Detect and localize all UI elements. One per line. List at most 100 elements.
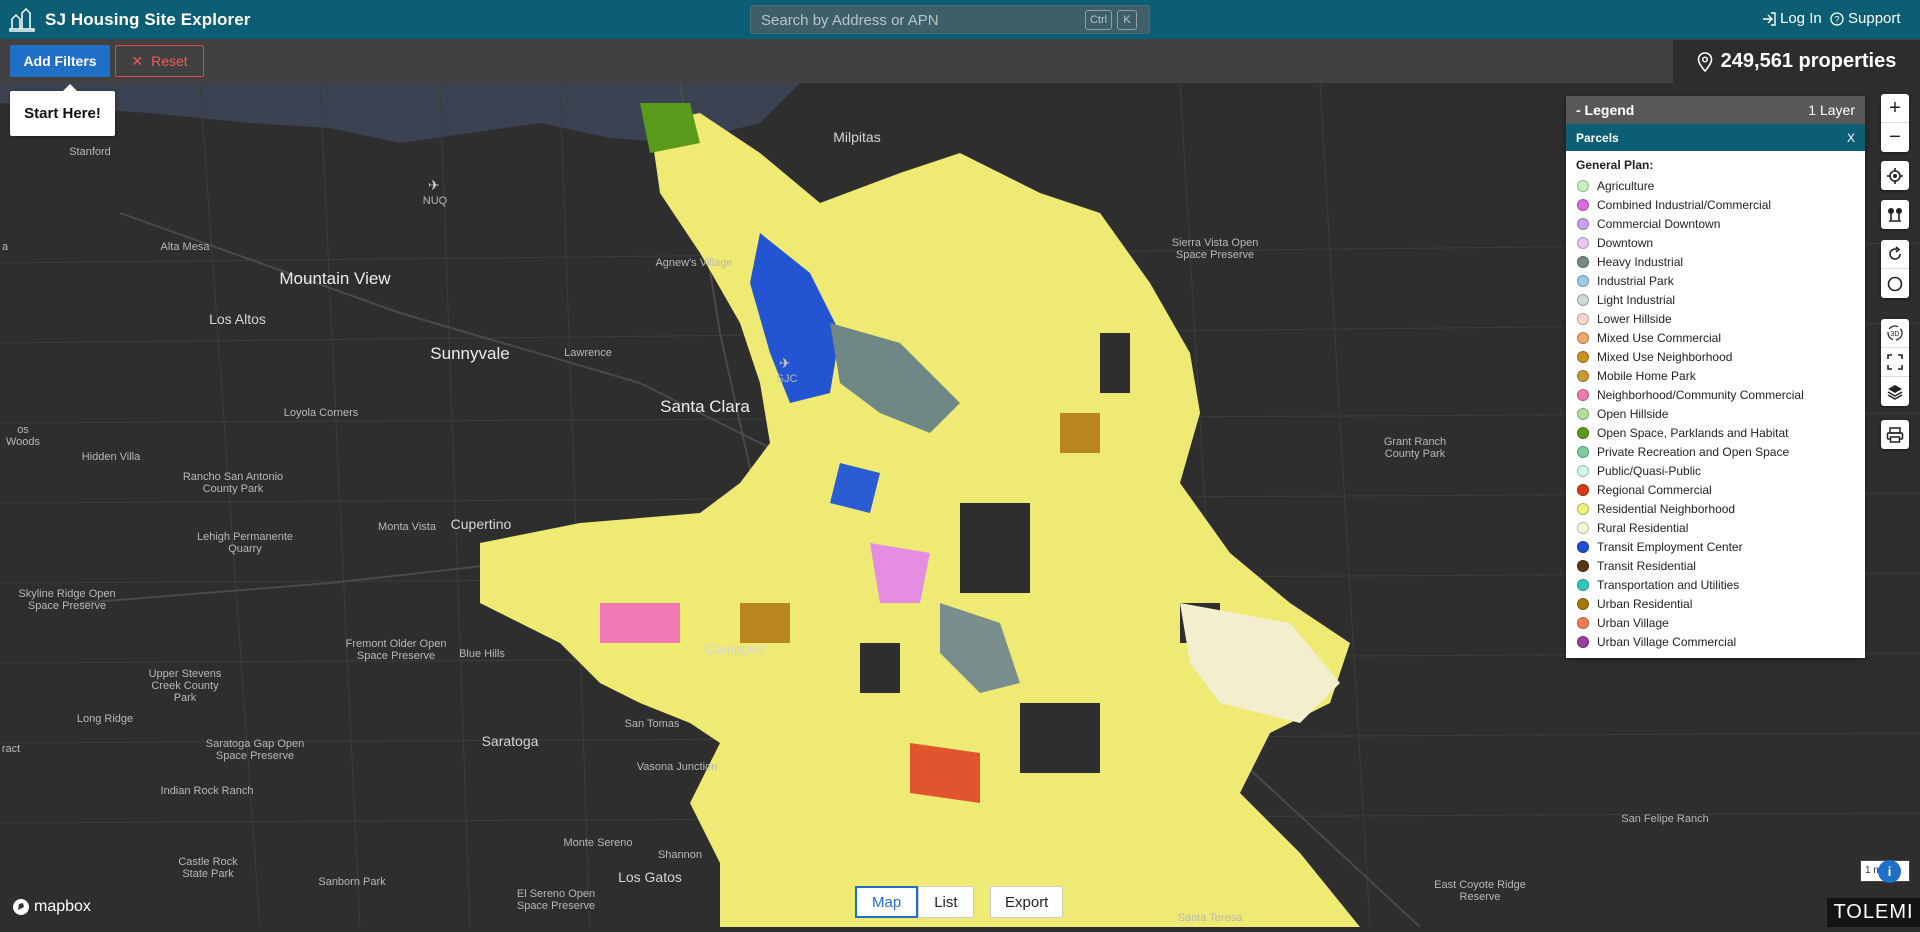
legend-item-label: Transit Employment Center [1597, 539, 1743, 554]
login-label: Log In [1780, 10, 1822, 27]
city-seal-logo[interactable] [8, 7, 36, 33]
legend-item-label: Commercial Downtown [1597, 216, 1721, 231]
add-filters-button[interactable]: Add Filters [10, 45, 110, 77]
locate-control [1881, 161, 1909, 190]
place-label: Monta Vista [378, 521, 436, 533]
legend-swatch [1577, 369, 1589, 382]
legend-swatch [1577, 445, 1589, 458]
property-count-text: 249,561 properties [1720, 50, 1897, 72]
place-label: Monte Sereno [563, 837, 633, 849]
legend-header[interactable]: - Legend 1 Layer [1566, 96, 1865, 124]
layers-button[interactable] [1881, 377, 1909, 406]
legend-item-label: Lower Hillside [1597, 311, 1672, 326]
legend-swatch [1577, 597, 1589, 610]
airport-icon: ✈ [428, 177, 440, 193]
place-label: Castle Rock State Park [178, 856, 238, 880]
place-label: Saratoga Gap Open Space Preserve [205, 738, 305, 762]
legend-item: Regional Commercial [1566, 480, 1865, 499]
support-label: Support [1848, 10, 1901, 27]
support-link[interactable]: ? Support [1830, 10, 1901, 27]
legend-swatch [1577, 198, 1589, 211]
shortcut-k-key: K [1117, 10, 1137, 30]
place-label: San Tomas [624, 718, 680, 730]
legend-item-label: Residential Neighborhood [1597, 501, 1736, 516]
legend-item-label: Regional Commercial [1597, 482, 1712, 497]
login-link[interactable]: Log In [1762, 10, 1822, 27]
place-label: ract [1, 743, 21, 755]
zoom-out-button[interactable]: − [1881, 123, 1909, 152]
legend-items: Agriculture Combined Industrial/Commercia… [1566, 176, 1865, 651]
legend-item: Open Hillside [1566, 404, 1865, 423]
info-button[interactable]: i [1878, 860, 1901, 883]
place-label: Stanford [69, 146, 111, 158]
print-button[interactable] [1881, 420, 1909, 449]
legend-swatch [1577, 540, 1589, 553]
start-here-tooltip[interactable]: Start Here! [10, 84, 115, 136]
print-icon [1886, 426, 1904, 443]
legend-section-title: General Plan: [1576, 158, 1654, 172]
legend-swatch [1577, 407, 1589, 420]
locate-button[interactable] [1881, 161, 1909, 190]
legend-item: Lower Hillside [1566, 309, 1865, 328]
mapbox-logo[interactable]: mapbox [12, 898, 91, 916]
place-label: Shannon [657, 849, 703, 861]
reset-button[interactable]: ✕ Reset [115, 45, 204, 77]
legend-item-label: Private Recreation and Open Space [1597, 444, 1790, 459]
place-label: Los Gatos [618, 869, 682, 885]
legend-item-label: Rural Residential [1597, 520, 1689, 535]
search-box[interactable]: Ctrl K [750, 5, 1150, 34]
rotate-button[interactable] [1881, 240, 1909, 269]
place-label: Sierra Vista Open Space Preserve [1171, 237, 1259, 261]
place-label: Vasona Junction [636, 761, 718, 773]
place-label: Lehigh Permanente Quarry [196, 531, 293, 555]
map-view-button[interactable]: Map [855, 886, 919, 918]
place-label: Mountain View [279, 269, 391, 288]
crosshair-icon [1887, 167, 1903, 184]
legend-item: Mixed Use Neighborhood [1566, 347, 1865, 366]
zoom-controls: + − [1881, 94, 1909, 152]
rotate-icon [1889, 246, 1901, 260]
place-label: El Sereno Open Space Preserve [516, 888, 596, 912]
legend-item: Open Space, Parklands and Habitat [1566, 423, 1865, 442]
place-label: Cupertino [450, 516, 512, 532]
legend-item: Heavy Industrial [1566, 252, 1865, 271]
place-label: Sanborn Park [318, 876, 386, 888]
route-button[interactable] [1881, 200, 1909, 229]
legend-item: Residential Neighborhood [1566, 499, 1865, 518]
legend-layer-name: Parcels [1576, 130, 1619, 145]
legend-layer-close-button[interactable]: X [1847, 131, 1855, 145]
3d-toggle-button[interactable]: 3D [1881, 319, 1909, 348]
legend-swatch [1577, 312, 1589, 325]
place-label: os Woods [5, 424, 41, 448]
legend-swatch [1577, 236, 1589, 249]
legend-item: Urban Village Commercial [1566, 632, 1865, 651]
view-controls: 3D [1881, 319, 1909, 406]
legend-swatch [1577, 293, 1589, 306]
search-input[interactable] [761, 10, 1061, 30]
legend-swatch [1577, 616, 1589, 629]
legend-title[interactable]: - Legend [1576, 102, 1634, 118]
place-label: Lawrence [564, 347, 612, 359]
place-label: Rancho San Antonio County Park [182, 471, 284, 495]
legend-item: Mobile Home Park [1566, 366, 1865, 385]
legend-item: Transit Residential [1566, 556, 1865, 575]
legend-swatch [1577, 635, 1589, 648]
legend-swatch [1577, 274, 1589, 287]
airport-icon: ✈ [779, 355, 791, 371]
place-label: San Felipe Ranch [1621, 813, 1709, 825]
place-label: Los Altos [209, 311, 266, 327]
legend-swatch [1577, 217, 1589, 230]
legend-swatch [1577, 426, 1589, 439]
tolemi-logo[interactable]: TOLEMI [1827, 898, 1920, 927]
view-toggle: Map List [855, 886, 974, 918]
reset-label: Reset [151, 53, 188, 69]
list-view-button[interactable]: List [918, 886, 974, 918]
draw-circle-button[interactable] [1881, 269, 1909, 298]
export-button[interactable]: Export [990, 886, 1064, 918]
fullscreen-button[interactable] [1881, 348, 1909, 377]
legend-item-label: Mixed Use Commercial [1597, 330, 1722, 345]
place-label: East Coyote Ridge Reserve [1434, 879, 1526, 903]
zoom-in-button[interactable]: + [1881, 94, 1909, 123]
place-label: Alta Mesa [160, 241, 210, 253]
legend-swatch [1577, 331, 1589, 344]
